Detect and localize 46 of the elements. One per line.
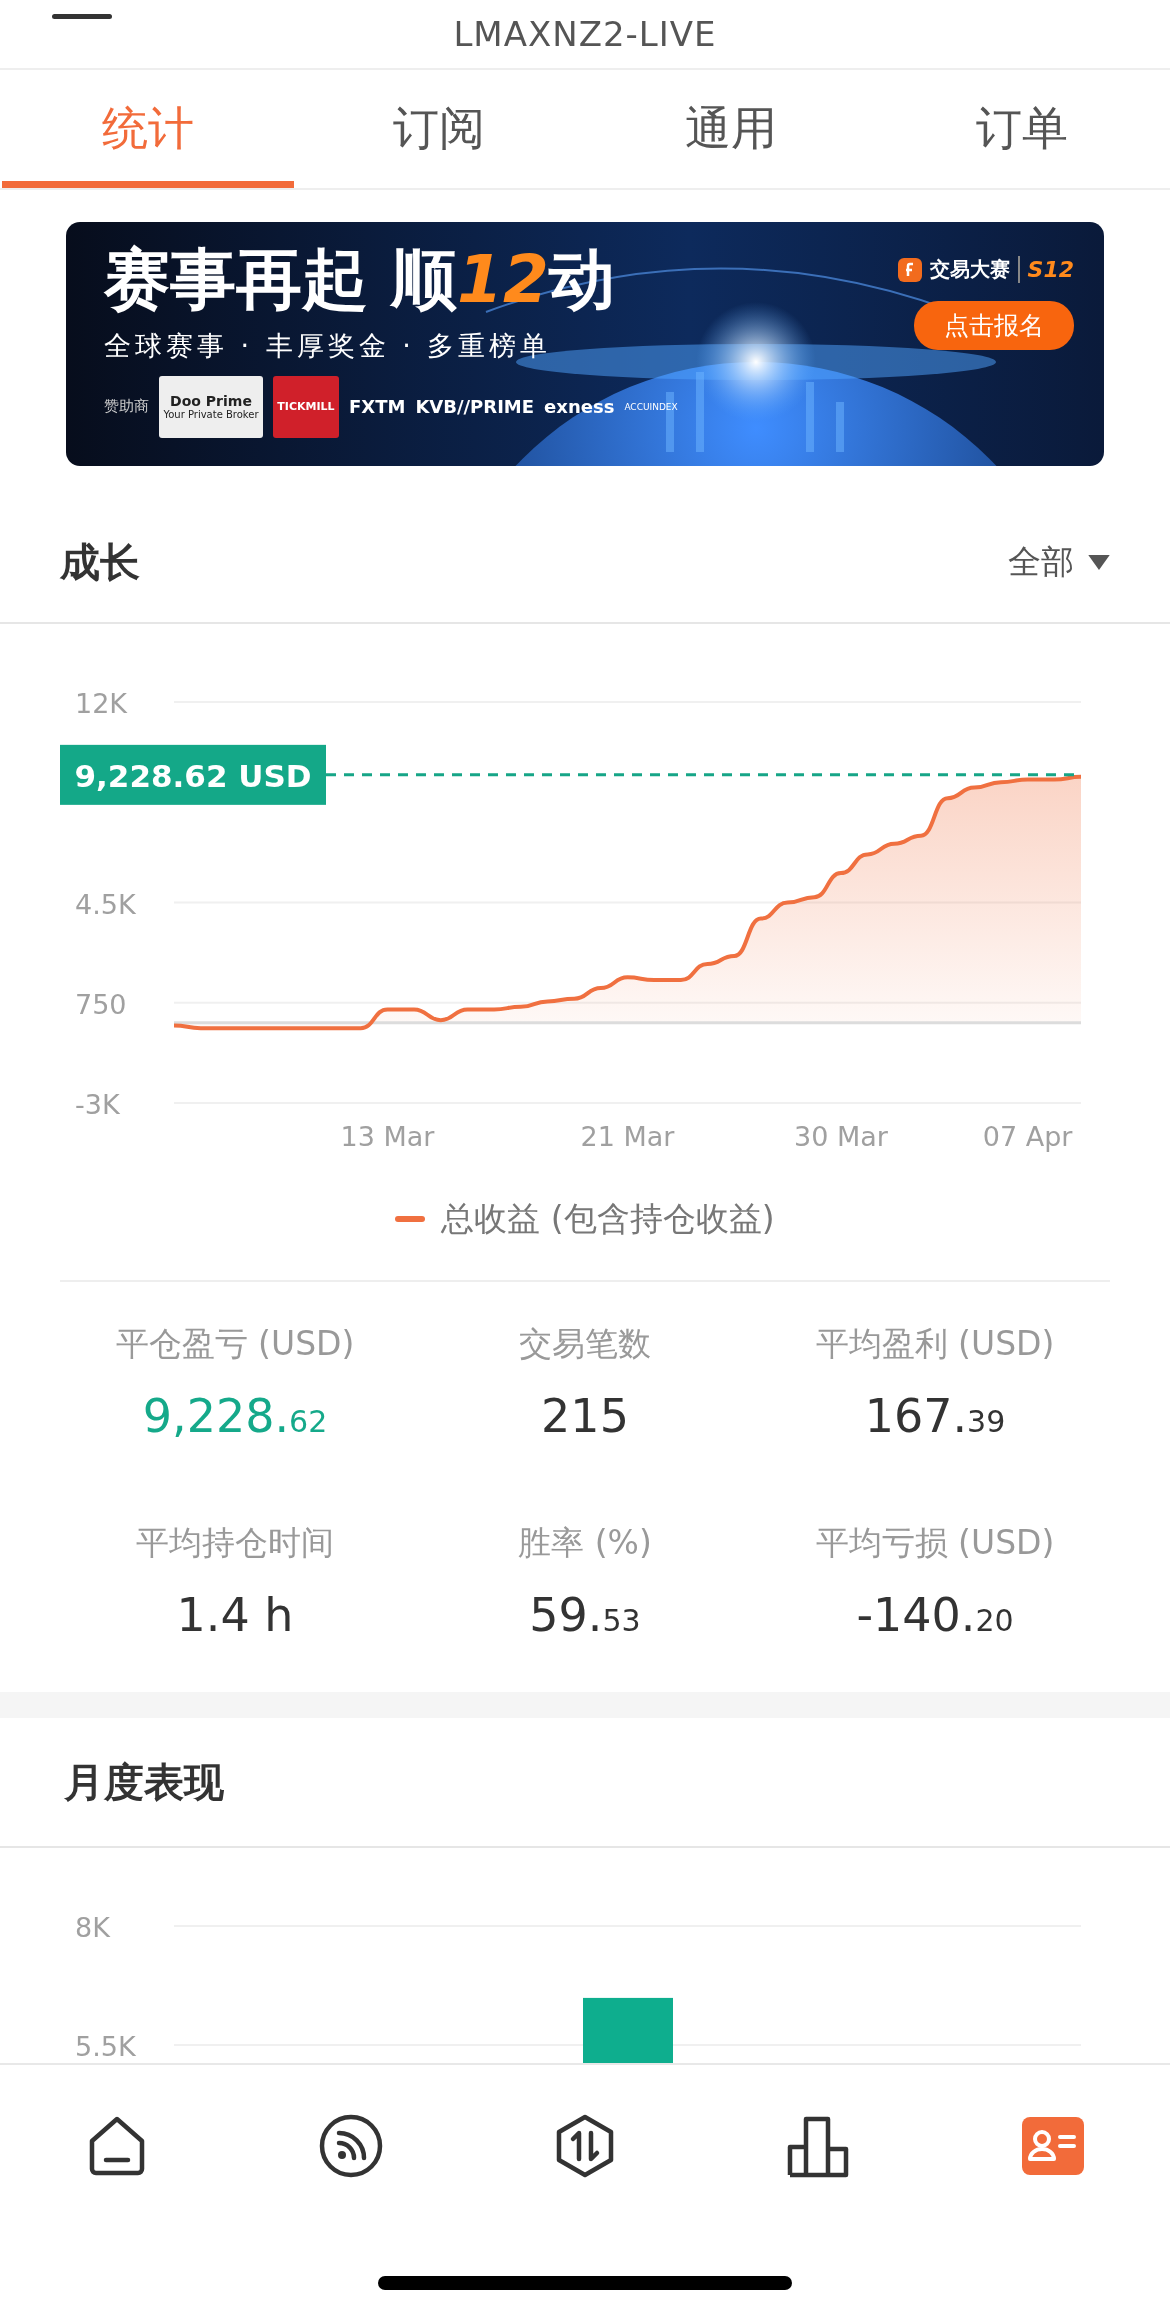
window-title: LMAXNZ2-LIVE: [453, 14, 717, 54]
legend-label: 总收益 (包含持仓收益): [441, 1197, 775, 1240]
stat-value: -140.20: [856, 1588, 1014, 1642]
section-title: 成长: [60, 537, 140, 587]
sponsor-label: 赞助商: [104, 397, 149, 417]
stat-label: 平均盈利 (USD): [815, 1323, 1055, 1365]
sponsor-logo: Doo Prime Your Private Broker: [159, 375, 263, 438]
tab[interactable]: 订阅: [293, 70, 585, 188]
stat-value: 59.53: [529, 1588, 641, 1642]
banner-subtitle: 全球赛事 · 丰厚奖金 · 多重榜单: [104, 328, 553, 363]
section-title: 月度表现: [64, 1757, 224, 1807]
sponsor-logo: TICKMILL: [273, 375, 339, 438]
axis-label: 750: [75, 988, 127, 1020]
value-tag: 9,228.62 USD: [60, 744, 326, 805]
stat-label: 平仓盈亏 (USD): [115, 1323, 355, 1365]
stat-label: 平均亏损 (USD): [815, 1522, 1055, 1564]
stat-label: 交易笔数: [519, 1323, 651, 1365]
menu-icon[interactable]: [52, 14, 112, 20]
axis-label: 07 Apr: [982, 1121, 1073, 1152]
axis-label: 8K: [75, 1912, 110, 1943]
axis-label: -3K: [75, 1089, 120, 1120]
axis-label: 21 Mar: [580, 1121, 675, 1152]
filter-dropdown[interactable]: 全部: [1008, 539, 1110, 585]
stat-label: 胜率 (%): [518, 1522, 652, 1564]
legend-swatch: [395, 1216, 426, 1222]
stat-value: 167.39: [864, 1389, 1006, 1443]
sponsor-logo: KVB//PRIME: [415, 396, 535, 418]
axis-label: 4.5K: [75, 888, 136, 920]
tab[interactable]: 订单: [876, 70, 1168, 188]
sponsor-logo: FXTM: [349, 396, 406, 418]
tab[interactable]: 通用: [585, 70, 877, 188]
caret-icon: [1088, 554, 1110, 570]
axis-label: 12K: [75, 688, 128, 719]
axis-label: 30 Mar: [793, 1121, 888, 1152]
stat-value: 9,228.62: [142, 1389, 328, 1443]
axis-label: 5.5K: [75, 2031, 136, 2063]
feed-icon[interactable]: [318, 2113, 384, 2179]
axis-label: 13 Mar: [340, 1121, 435, 1152]
stat-value: 1.4 h: [176, 1588, 294, 1642]
season-label: S12: [1027, 257, 1074, 282]
sponsor-logo: ACCUINDEX: [624, 401, 678, 412]
brand-name: 交易大赛: [929, 256, 1020, 283]
stat-label: 平均持仓时间: [136, 1522, 334, 1564]
sponsor-logo: exness: [544, 396, 615, 418]
banner-headline: 赛事再起 顺12动: [104, 242, 616, 318]
stat-value: 215: [541, 1389, 629, 1443]
